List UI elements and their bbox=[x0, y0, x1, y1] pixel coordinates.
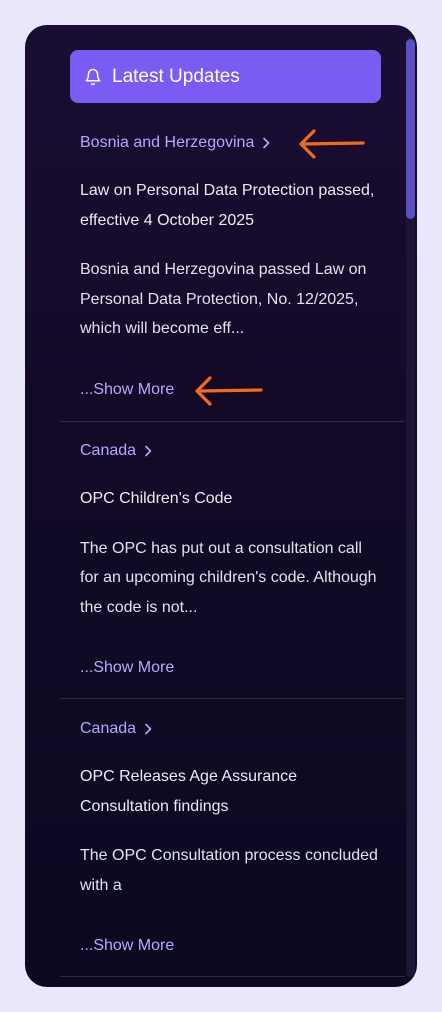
update-summary: The OPC Consultation process concluded w… bbox=[80, 847, 378, 894]
chevron-right-icon bbox=[145, 445, 152, 457]
chevron-right-icon bbox=[145, 723, 152, 735]
latest-updates-title: Latest Updates bbox=[112, 65, 240, 87]
annotation-arrow-icon bbox=[195, 376, 263, 406]
bell-icon bbox=[85, 68, 101, 85]
update-summary: Bosnia and Herzegovina passed Law on Per… bbox=[80, 261, 367, 337]
show-more-link[interactable]: ...Show More bbox=[80, 381, 174, 399]
country-link[interactable]: Canada bbox=[80, 718, 380, 740]
update-headline: OPC Releases Age Assurance Consultation … bbox=[80, 768, 298, 815]
country-label: Canada bbox=[80, 720, 137, 737]
divider bbox=[60, 698, 405, 699]
update-item: Canada OPC Releases Age Assurance Consul… bbox=[80, 718, 380, 900]
country-link[interactable]: Canada bbox=[80, 440, 380, 462]
update-item: Bosnia and Herzegovina Law on Personal D… bbox=[80, 132, 380, 344]
show-more-link[interactable]: ...Show More bbox=[80, 937, 174, 955]
annotation-arrow-icon bbox=[299, 129, 365, 159]
country-label: Bosnia and Herzegovina bbox=[80, 134, 255, 151]
updates-panel: Latest Updates Bosnia and Herzegovina La… bbox=[25, 25, 417, 987]
update-summary: The OPC has put out a consultation call … bbox=[80, 539, 377, 616]
show-more-link[interactable]: ...Show More bbox=[80, 659, 174, 677]
latest-updates-button[interactable]: Latest Updates bbox=[70, 50, 381, 103]
update-item: Canada OPC Children's Code The OPC has p… bbox=[80, 440, 380, 622]
update-headline: OPC Children's Code bbox=[80, 490, 233, 507]
divider bbox=[60, 421, 405, 422]
update-headline: Law on Personal Data Protection passed, … bbox=[80, 182, 375, 229]
chevron-right-icon bbox=[263, 137, 270, 149]
scrollbar-thumb[interactable] bbox=[406, 39, 415, 219]
country-label: Canada bbox=[80, 442, 137, 459]
divider bbox=[60, 976, 405, 977]
